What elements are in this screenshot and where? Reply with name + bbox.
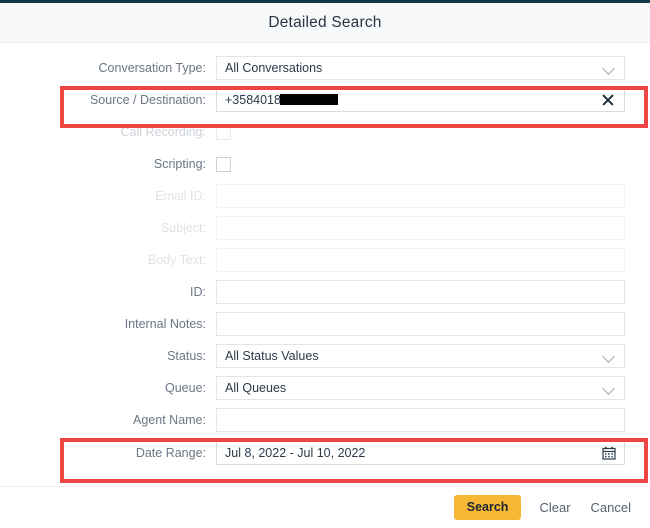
dialog-header: Detailed Search xyxy=(0,3,650,43)
checkbox-call-recording xyxy=(216,124,231,140)
input-internal-notes[interactable] xyxy=(216,312,625,336)
control-email-id xyxy=(216,184,625,208)
form-row-scripting: Scripting: xyxy=(0,152,650,176)
control-source-destination: +3584018 xyxy=(216,88,625,112)
form-row-source-destination: Source / Destination: +3584018 xyxy=(0,88,650,112)
redaction-bar xyxy=(279,94,338,105)
control-scripting xyxy=(216,156,625,172)
form-row-body-text: Body Text: xyxy=(0,248,650,272)
label-id: ID: xyxy=(190,285,206,299)
detailed-search-dialog: Detailed Search Conversation Type: All Co… xyxy=(0,0,650,528)
chevron-down-icon[interactable] xyxy=(602,349,616,363)
form-row-date-range: Date Range: Jul 8, 2022 - Jul 10, 2022 xyxy=(0,440,650,466)
label-call-recording: Call Recording: xyxy=(120,125,206,139)
clear-button[interactable]: Clear xyxy=(537,498,572,517)
value-conversation-type: All Conversations xyxy=(225,61,323,75)
page-title: Detailed Search xyxy=(268,13,382,31)
form-row-internal-notes: Internal Notes: xyxy=(0,312,650,336)
control-queue: All Queues xyxy=(216,376,625,400)
input-source-destination[interactable]: +3584018 xyxy=(216,88,625,112)
label-email-id: Email ID: xyxy=(155,189,206,203)
form-row-status: Status: All Status Values xyxy=(0,344,650,368)
input-conversation-type[interactable]: All Conversations xyxy=(216,56,625,80)
checkbox-scripting[interactable] xyxy=(216,156,231,172)
input-date-range[interactable]: Jul 8, 2022 - Jul 10, 2022 xyxy=(216,441,625,465)
label-body-text: Body Text: xyxy=(147,253,206,267)
calendar-icon[interactable] xyxy=(602,446,616,460)
label-agent-name: Agent Name: xyxy=(133,413,206,427)
search-form: Conversation Type: All Conversations Sourc… xyxy=(0,43,650,486)
value-source-destination: +3584018 xyxy=(225,93,594,107)
dialog-footer: Search Clear Cancel xyxy=(0,486,650,528)
value-date-range: Jul 8, 2022 - Jul 10, 2022 xyxy=(225,446,366,460)
label-status: Status: xyxy=(167,349,206,363)
input-email-id xyxy=(216,184,625,208)
cancel-button[interactable]: Cancel xyxy=(589,498,633,517)
label-date-range: Date Range: xyxy=(135,446,206,460)
label-subject: Subject: xyxy=(160,221,206,235)
close-icon[interactable] xyxy=(600,92,616,108)
label-scripting: Scripting: xyxy=(153,157,206,171)
control-call-recording xyxy=(216,124,625,140)
label-conversation-type: Conversation Type: xyxy=(98,61,206,75)
input-queue[interactable]: All Queues xyxy=(216,376,625,400)
control-id xyxy=(216,280,625,304)
form-row-id: ID: xyxy=(0,280,650,304)
form-row-conversation-type: Conversation Type: All Conversations xyxy=(0,56,650,80)
form-row-agent-name: Agent Name: xyxy=(0,408,650,432)
input-id[interactable] xyxy=(216,280,625,304)
value-status: All Status Values xyxy=(225,349,319,363)
control-conversation-type: All Conversations xyxy=(216,56,625,80)
form-row-subject: Subject: xyxy=(0,216,650,240)
input-agent-name[interactable] xyxy=(216,408,625,432)
control-status: All Status Values xyxy=(216,344,625,368)
chevron-down-icon[interactable] xyxy=(602,381,616,395)
form-row-email-id: Email ID: xyxy=(0,184,650,208)
label-internal-notes: Internal Notes: xyxy=(124,317,206,331)
control-agent-name xyxy=(216,408,625,432)
form-row-queue: Queue: All Queues xyxy=(0,376,650,400)
control-date-range: Jul 8, 2022 - Jul 10, 2022 xyxy=(216,441,625,465)
label-queue: Queue: xyxy=(164,381,206,395)
control-body-text xyxy=(216,248,625,272)
input-subject xyxy=(216,216,625,240)
search-button[interactable]: Search xyxy=(453,495,522,520)
control-internal-notes xyxy=(216,312,625,336)
input-status[interactable]: All Status Values xyxy=(216,344,625,368)
value-queue: All Queues xyxy=(225,381,287,395)
form-row-call-recording: Call Recording: xyxy=(0,120,650,144)
control-subject xyxy=(216,216,625,240)
label-source-destination: Source / Destination: xyxy=(89,93,206,107)
input-body-text xyxy=(216,248,625,272)
chevron-down-icon[interactable] xyxy=(602,61,616,75)
